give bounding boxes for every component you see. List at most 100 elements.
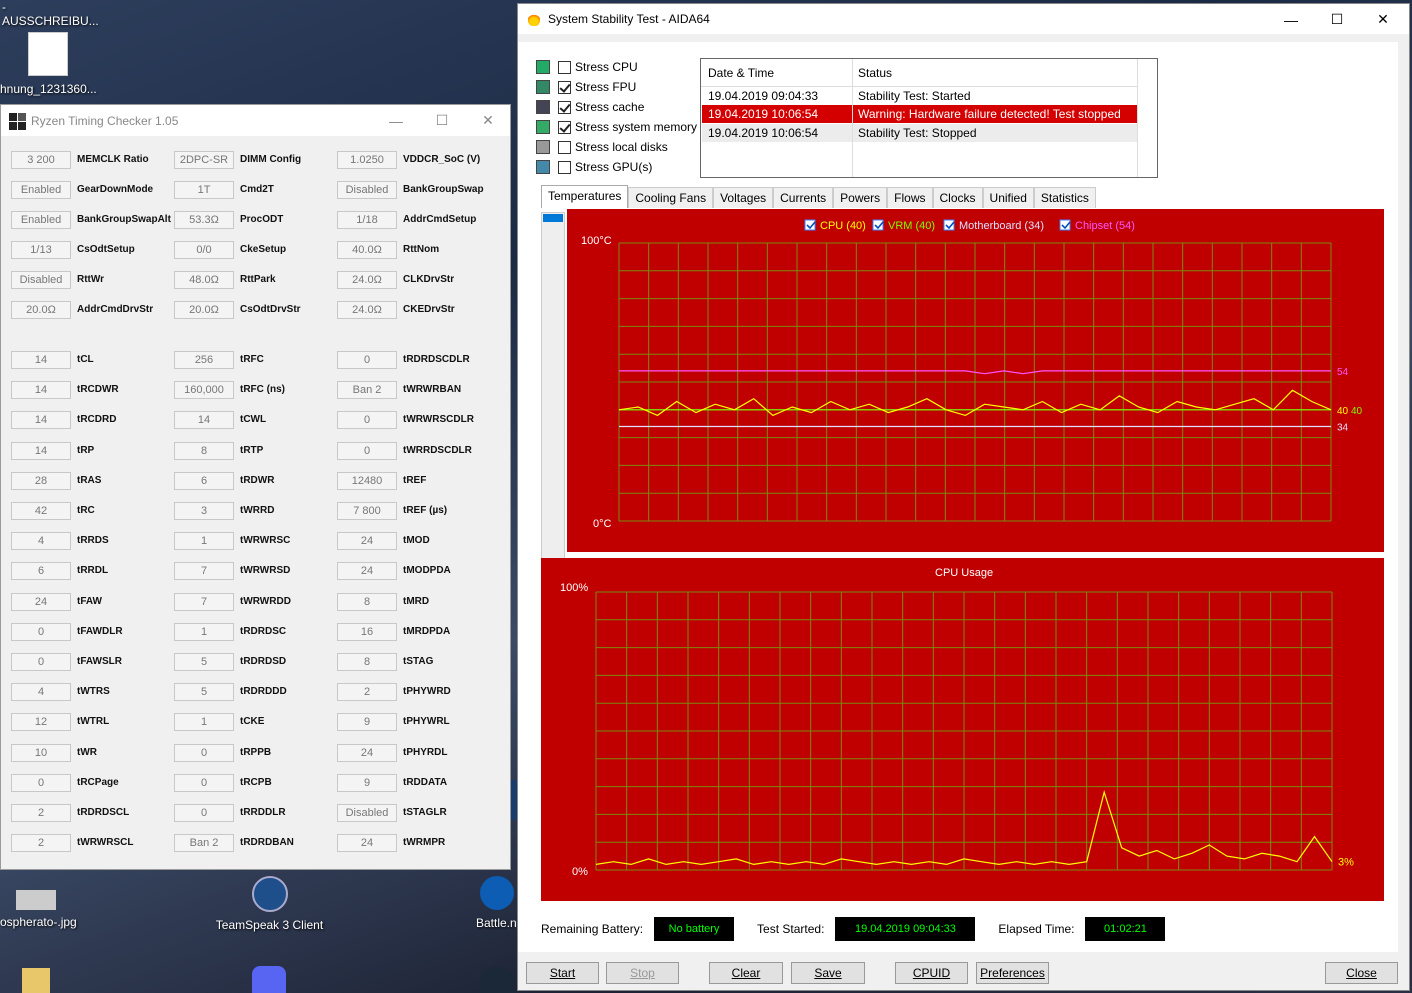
timing-value-field[interactable]: 24 [337,743,397,762]
stress-option[interactable]: Stress system memory [536,118,697,136]
tab-unified[interactable]: Unified [982,187,1034,208]
event-log[interactable]: Date & Time Status 19.04.2019 09:04:33 S… [700,58,1158,178]
tab-currents[interactable]: Currents [773,187,834,208]
timing-value-field[interactable]: 9 [337,713,397,732]
timing-value-field[interactable]: 0 [174,804,234,822]
timing-value-field[interactable]: 0 [337,441,397,460]
timing-value-field[interactable]: 10 [11,743,71,762]
preferences-button[interactable]: Preferences [976,962,1049,984]
timing-value-field[interactable]: 5 [174,683,234,702]
stop-button[interactable]: Stop [606,962,679,984]
minimize-button[interactable]: — [1268,4,1314,35]
minimize-button[interactable]: — [373,105,419,136]
log-row-selected[interactable]: 19.04.2019 10:06:54 Warning: Hardware fa… [702,105,1137,123]
timing-value-field[interactable]: 4 [11,683,71,702]
maximize-button[interactable]: ☐ [1314,4,1360,35]
timing-value-field[interactable]: 8 [174,441,234,460]
column-header-date[interactable]: Date & Time [708,66,774,80]
timing-value-field[interactable]: 8 [337,592,397,611]
timing-value-field[interactable]: 2 [11,804,71,822]
timing-value-field[interactable]: 2 [11,834,71,853]
timing-value-field[interactable]: 14 [174,411,234,430]
timing-value-field[interactable]: 0 [11,622,71,641]
timing-value-field[interactable]: 0 [337,411,397,430]
timing-value-field[interactable]: 4 [11,532,71,551]
timing-value-field[interactable]: 28 [11,471,71,490]
timing-value-field[interactable]: 20.0Ω [11,301,71,319]
tab-flows[interactable]: Flows [887,187,933,208]
close-button[interactable]: ✕ [465,105,511,136]
log-row[interactable]: 19.04.2019 10:06:54 Stability Test: Stop… [702,124,1137,142]
save-button[interactable]: Save [791,962,865,984]
desktop-image-file[interactable]: ospherato-.jpg [0,890,90,929]
stress-option[interactable]: Stress local disks [536,138,668,156]
timing-value-field[interactable]: 1.0250 [337,151,397,169]
timing-value-field[interactable]: 48.0Ω [174,271,234,289]
timing-value-field[interactable]: Disabled [337,181,397,199]
timing-value-field[interactable]: 0 [174,743,234,762]
timing-value-field[interactable]: 1 [174,713,234,732]
timing-value-field[interactable]: 1 [174,532,234,551]
timing-value-field[interactable]: 1T [174,181,234,199]
clear-button[interactable]: Clear [709,962,783,984]
timing-value-field[interactable]: 12 [11,713,71,732]
timing-value-field[interactable]: 53.3Ω [174,211,234,229]
timing-value-field[interactable]: 5 [174,653,234,671]
timing-value-field[interactable]: 2 [337,683,397,702]
steam-icon[interactable] [480,966,514,993]
timing-value-field[interactable]: 1 [174,622,234,641]
timing-value-field[interactable]: 256 [174,351,234,369]
timing-value-field[interactable]: 8 [337,653,397,671]
close-dialog-button[interactable]: Close [1325,962,1398,984]
tab-statistics[interactable]: Statistics [1033,187,1096,208]
timing-value-field[interactable]: 24 [337,532,397,551]
tab-cooling-fans[interactable]: Cooling Fans [628,187,714,208]
timing-value-field[interactable]: 6 [11,562,71,581]
timing-value-field[interactable]: 20.0Ω [174,301,234,319]
timing-value-field[interactable]: 0 [11,653,71,671]
tab-powers[interactable]: Powers [833,187,888,208]
timing-value-field[interactable]: 24 [337,834,397,853]
stress-option[interactable]: Stress CPU [536,58,638,76]
timing-value-field[interactable]: 1/18 [337,211,397,229]
timing-value-field[interactable]: Disabled [11,271,71,289]
timing-value-field[interactable]: Enabled [11,211,71,229]
timing-value-field[interactable]: 42 [11,502,71,520]
timing-value-field[interactable]: Ban 2 [174,834,234,853]
timing-value-field[interactable]: 14 [11,351,71,369]
timing-value-field[interactable]: 14 [11,411,71,430]
desktop-teamspeak-shortcut[interactable]: TeamSpeak 3 Client [212,876,327,932]
stress-checkbox[interactable] [558,60,571,74]
scrollbar-thumb[interactable] [543,214,563,222]
timing-value-field[interactable]: 14 [11,441,71,460]
column-header-status[interactable]: Status [858,66,892,80]
tab-voltages[interactable]: Voltages [713,187,774,208]
timing-value-field[interactable]: 16 [337,622,397,641]
timing-value-field[interactable]: 0 [337,351,397,369]
timing-value-field[interactable]: 7 800 [337,502,397,520]
timing-value-field[interactable]: 7 [174,592,234,611]
log-row[interactable]: 19.04.2019 09:04:33 Stability Test: Star… [702,87,1137,105]
timing-value-field[interactable]: 0/0 [174,241,234,259]
maximize-button[interactable]: ☐ [419,105,465,136]
start-button[interactable]: Start [526,962,599,984]
close-button[interactable]: ✕ [1360,4,1406,35]
timing-value-field[interactable]: 6 [174,471,234,490]
stress-checkbox[interactable] [558,100,571,114]
tab-clocks[interactable]: Clocks [932,187,983,208]
stress-option[interactable]: Stress GPU(s) [536,158,652,176]
timing-value-field[interactable]: 7 [174,562,234,581]
timing-value-field[interactable]: 40.0Ω [337,241,397,259]
timing-value-field[interactable]: 2DPC-SR [174,151,234,169]
timing-value-field[interactable]: 1/13 [11,241,71,259]
cpuid-button[interactable]: CPUID [895,962,968,984]
stress-checkbox[interactable] [558,140,571,154]
timing-value-field[interactable]: 24.0Ω [337,301,397,319]
timing-value-field[interactable]: 0 [11,773,71,792]
timing-value-field[interactable]: 24 [337,562,397,581]
stress-option[interactable]: Stress cache [536,98,644,116]
timing-value-field[interactable]: Ban 2 [337,381,397,400]
timing-value-field[interactable]: 3 [174,502,234,520]
timing-value-field[interactable]: 12480 [337,471,397,490]
timing-value-field[interactable]: 24 [11,592,71,611]
